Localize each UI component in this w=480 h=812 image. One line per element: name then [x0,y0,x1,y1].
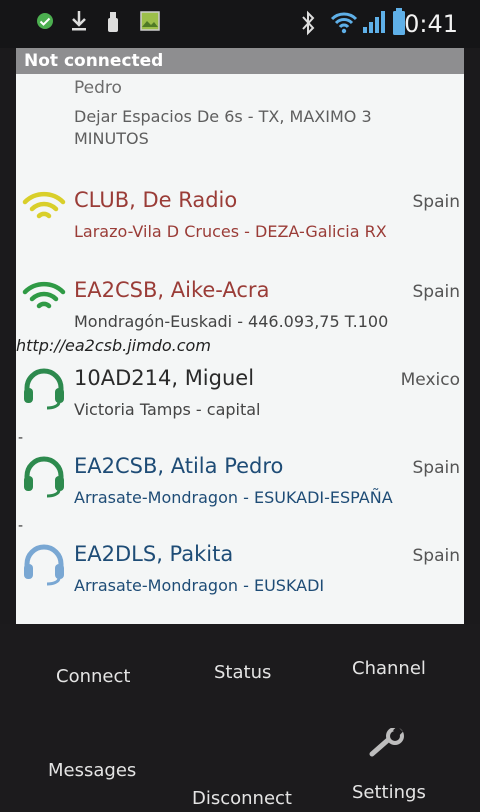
channel-item[interactable]: CLUB, De Radio Spain Larazo-Vila D Cruce… [16,188,464,258]
channel-country: Spain [412,546,461,566]
wrench-icon[interactable] [368,726,406,762]
wifi-green-icon [22,280,66,318]
disconnect-button[interactable]: Disconnect [192,788,292,809]
channel-list-screen: Pedro Dejar Espacios De 6s - TX, MAXIMO … [16,48,464,624]
connection-status-banner: Not connected [16,48,464,74]
channel-title: EA2DLS, Pakita [74,542,234,566]
channel-title: 10AD214, Miguel [74,366,255,390]
signal-icon [362,10,386,38]
wifi-yellow-icon [22,190,66,228]
channel-url[interactable]: http://ea2csb.jimdo.com [16,336,211,355]
status-button[interactable]: Status [214,662,271,683]
headset-green-icon [22,454,66,502]
separator-dash: - [18,518,24,534]
partial-item-title: Pedro [74,78,122,98]
channel-item[interactable]: EA2CSB, Aike-Acra Spain Mondragón-Euskad… [16,278,464,364]
wifi-icon [330,10,358,38]
settings-button[interactable]: Settings [352,782,426,803]
channel-item[interactable]: EA2CSB, Atila Pedro Spain Arrasate-Mondr… [16,454,464,540]
channel-title: EA2CSB, Aike-Acra [74,278,270,302]
channel-title: CLUB, De Radio [74,188,238,212]
channel-country: Spain [412,282,461,302]
headset-blue-icon [22,542,66,590]
options-menu: Connect Status Channel Messages Disconne… [0,624,480,812]
channel-country: Spain [412,458,461,478]
messages-button[interactable]: Messages [48,760,136,781]
channel-title: EA2CSB, Atila Pedro [74,454,284,478]
channel-item[interactable]: 10AD214, Miguel Mexico Victoria Tamps - … [16,366,464,452]
channel-button[interactable]: Channel [352,658,426,679]
download-icon [70,10,88,36]
channel-desc: Arrasate-Mondragon - EUSKADI [74,576,325,595]
channel-desc: Mondragón-Euskadi - 446.093,75 T.100 [74,312,389,331]
channel-desc: Arrasate-Mondragon - ESUKADI-ESPAÑA [74,488,393,507]
channel-desc: Victoria Tamps - capital [74,400,261,419]
check-circle-icon [36,12,54,34]
connect-button[interactable]: Connect [56,666,130,687]
separator-dash: - [18,430,24,446]
bluetooth-icon [300,10,316,40]
status-bar: 0:41 [0,0,480,48]
channel-country: Spain [412,192,461,212]
headset-green-icon [22,366,66,414]
partial-item-desc: Dejar Espacios De 6s - TX, MAXIMO 3 MINU… [74,107,372,148]
channel-country: Mexico [400,370,460,390]
usb-icon [106,11,120,37]
channel-desc: Larazo-Vila D Cruces - DEZA-Galicia RX [74,222,387,241]
image-icon [140,11,160,35]
clock: 0:41 [404,10,458,38]
channel-item[interactable]: EA2DLS, Pakita Spain Arrasate-Mondragon … [16,542,464,622]
